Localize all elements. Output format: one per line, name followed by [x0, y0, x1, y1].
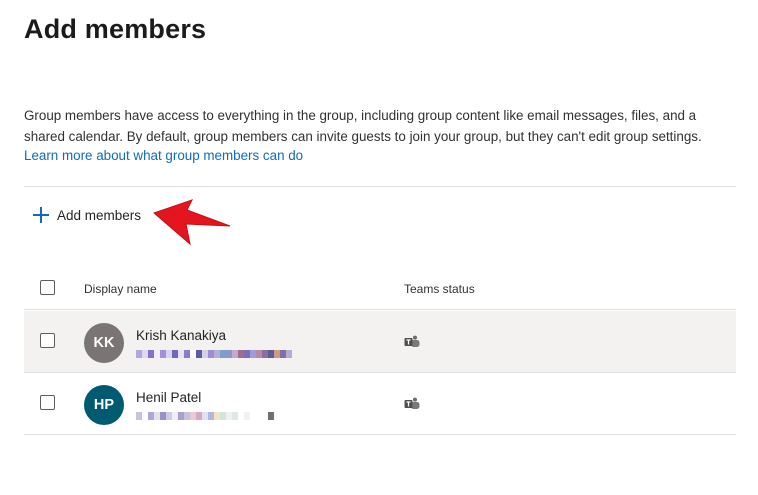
member-email-redacted: [136, 350, 292, 358]
plus-icon: [33, 207, 49, 223]
row-checkbox[interactable]: [40, 333, 55, 348]
teams-icon: [404, 397, 420, 409]
add-members-label: Add members: [57, 207, 142, 223]
member-name: Henil Patel: [136, 390, 202, 405]
row-checkbox[interactable]: [40, 395, 55, 410]
table-row[interactable]: KK Krish Kanakiya: [24, 311, 736, 373]
teams-status-column-header[interactable]: Teams status: [404, 282, 475, 296]
avatar: KK: [84, 323, 124, 363]
table-header: Display name Teams status: [24, 268, 736, 310]
select-all-checkbox[interactable]: [40, 280, 55, 295]
table-row[interactable]: HP Henil Patel: [24, 373, 736, 435]
section-divider: [24, 186, 736, 187]
add-members-button[interactable]: Add members: [33, 202, 141, 228]
page-description: Group members have access to everything …: [24, 108, 702, 144]
member-email-redacted: [136, 412, 274, 420]
teams-icon: [404, 335, 420, 347]
member-name: Krish Kanakiya: [136, 328, 227, 343]
red-arrow-icon: [153, 199, 231, 246]
display-name-column-header[interactable]: Display name: [84, 282, 157, 296]
page-title: Add members: [24, 14, 207, 44]
avatar: HP: [84, 385, 124, 425]
learn-more-link[interactable]: Learn more about what group members can …: [24, 146, 303, 166]
